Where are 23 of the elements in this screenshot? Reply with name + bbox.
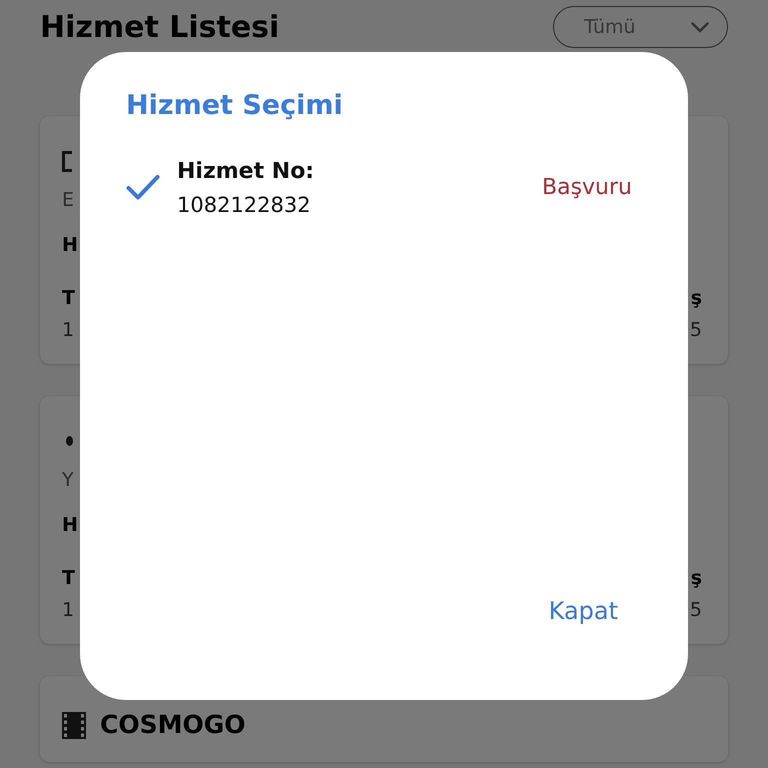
- dialog-title: Hizmet Seçimi: [126, 89, 343, 123]
- card-title: COSMOGO: [100, 710, 246, 740]
- film-icon: [62, 712, 86, 738]
- chevron-down-icon: [691, 22, 709, 32]
- field-label: ş: [690, 286, 702, 310]
- card-subtitle: E: [62, 188, 74, 212]
- field-value: 1: [62, 318, 74, 342]
- filter-dropdown[interactable]: Tümü: [553, 6, 728, 48]
- field-value: 5: [690, 318, 702, 342]
- field-value: 1: [62, 598, 74, 622]
- service-number: 1082122832: [177, 192, 311, 218]
- field-label: T: [62, 566, 75, 590]
- card-name: H: [62, 513, 78, 537]
- page-title: Hizmet Listesi: [40, 10, 280, 46]
- dot-icon: [66, 436, 73, 446]
- card-subtitle: Y: [62, 468, 74, 492]
- field-label: T: [62, 286, 75, 310]
- field-value: 5: [690, 598, 702, 622]
- status-text: Başvuru: [542, 174, 632, 202]
- service-number-label: Hizmet No:: [177, 158, 314, 186]
- close-button[interactable]: Kapat: [534, 588, 632, 634]
- card-name: H: [62, 233, 78, 257]
- field-label: ş: [690, 566, 702, 590]
